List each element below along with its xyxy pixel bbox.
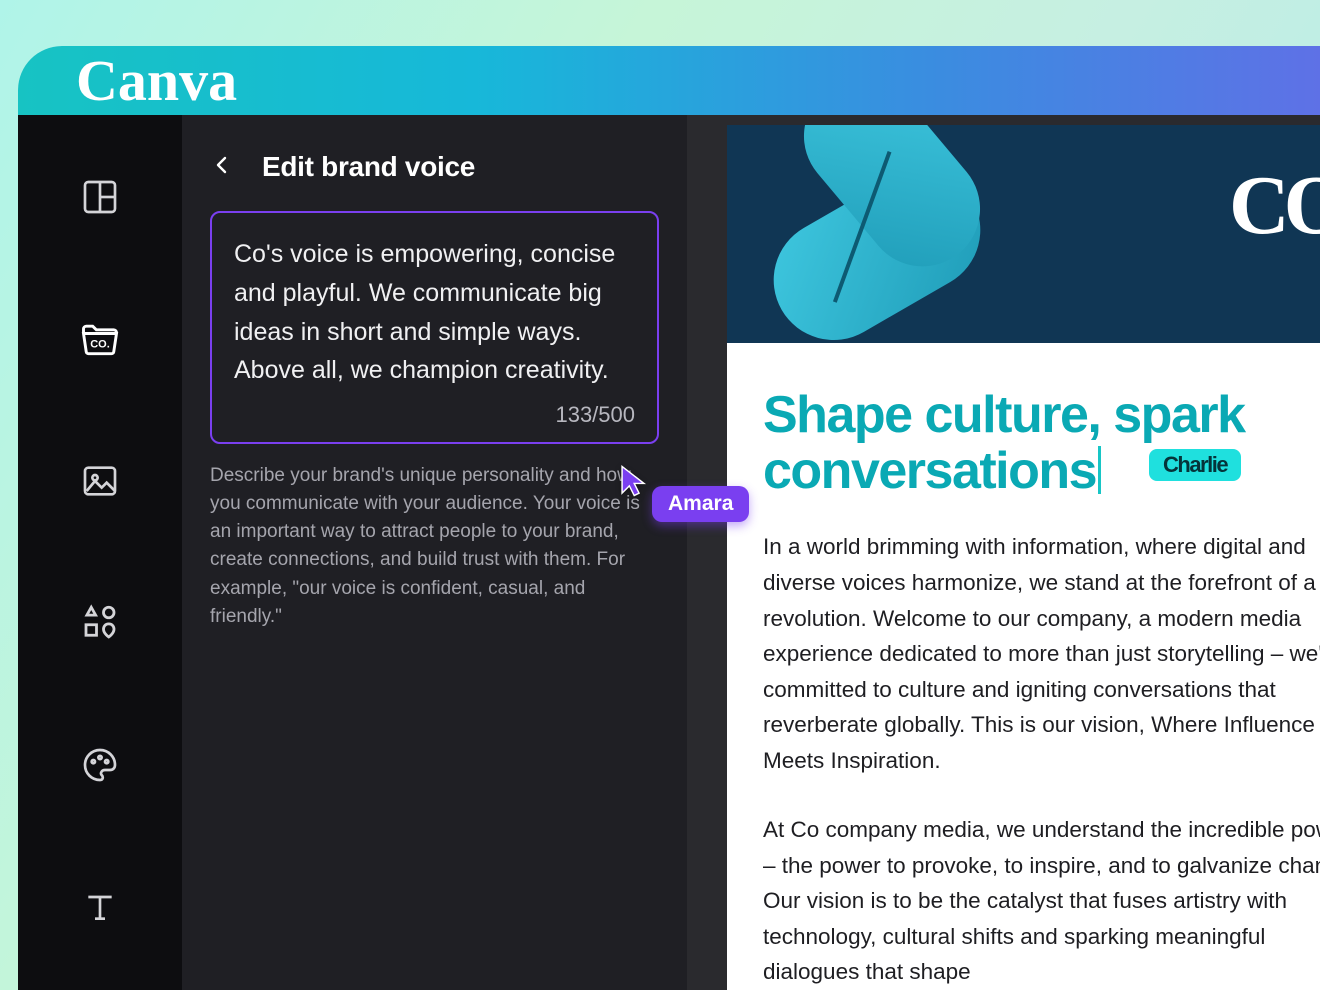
canva-logo: Canva xyxy=(76,47,237,114)
brand-mark: CO xyxy=(1229,157,1320,254)
brand-voice-text: Co's voice is empowering, concise and pl… xyxy=(234,235,635,390)
app-window: Canva CO. xyxy=(18,46,1320,990)
workspace: CO. xyxy=(18,115,1320,990)
text-caret xyxy=(1098,446,1101,494)
image-icon[interactable] xyxy=(72,453,128,509)
helper-text: Describe your brand's unique personality… xyxy=(210,462,659,631)
side-rail: CO. xyxy=(18,115,182,990)
collaborator-cursor: Amara xyxy=(618,464,749,522)
panel-header: Edit brand voice xyxy=(210,151,659,183)
titlebar: Canva xyxy=(18,46,1320,115)
document-headline[interactable]: Shape culture, spark conversations Charl… xyxy=(763,387,1320,499)
back-icon[interactable] xyxy=(210,153,238,181)
collaborator-name-label: Amara xyxy=(652,486,749,522)
document-body: Shape culture, spark conversations Charl… xyxy=(727,343,1320,990)
document-page[interactable]: CO Shape culture, spark conversations Ch… xyxy=(727,125,1320,990)
collaborator-badge: Charlie xyxy=(1149,449,1241,481)
character-counter: 133/500 xyxy=(234,402,635,428)
brand-voice-textarea[interactable]: Co's voice is empowering, concise and pl… xyxy=(210,211,659,444)
svg-text:CO.: CO. xyxy=(90,338,110,350)
document-paragraph[interactable]: In a world brimming with information, wh… xyxy=(763,529,1320,778)
palette-icon[interactable] xyxy=(72,737,128,793)
document-paragraph[interactable]: At Co company media, we understand the i… xyxy=(763,812,1320,990)
templates-icon[interactable] xyxy=(72,169,128,225)
text-icon[interactable] xyxy=(72,879,128,935)
brand-voice-panel: Edit brand voice Co's voice is empowerin… xyxy=(182,115,687,990)
headline-line2: conversations xyxy=(763,442,1096,500)
hero-banner: CO xyxy=(727,125,1320,343)
panel-title: Edit brand voice xyxy=(262,151,475,183)
elements-icon[interactable] xyxy=(72,595,128,651)
brand-folder-icon[interactable]: CO. xyxy=(72,311,128,367)
canvas[interactable]: CO Shape culture, spark conversations Ch… xyxy=(687,115,1320,990)
headline-line1: Shape culture, spark xyxy=(763,386,1245,444)
